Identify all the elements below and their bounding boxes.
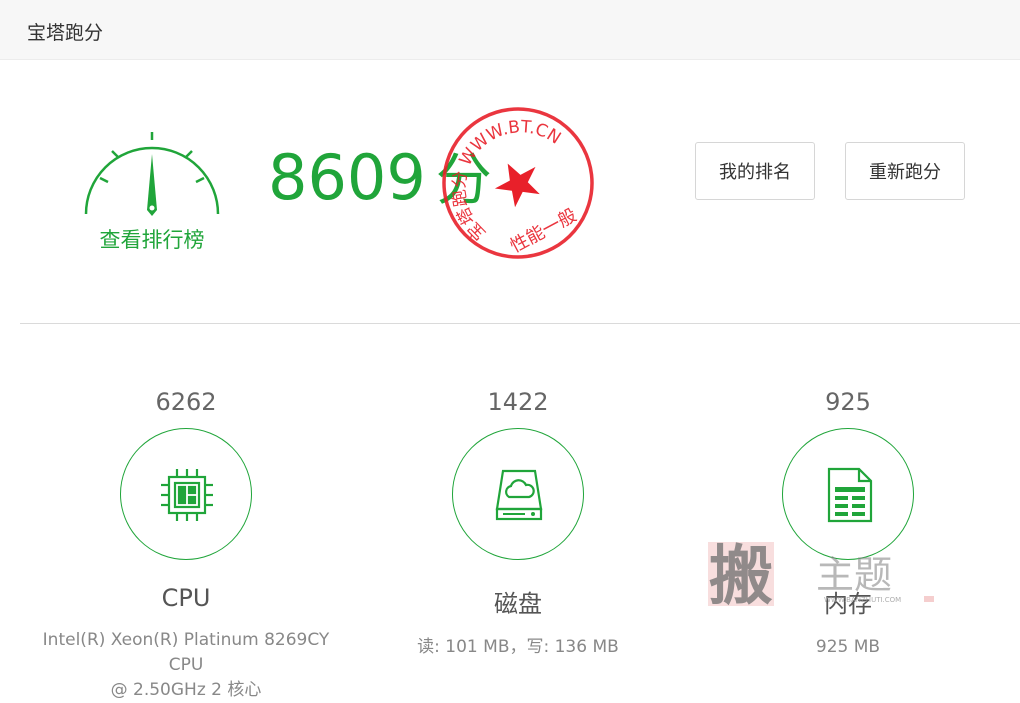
disk-icon-circle [452, 428, 584, 560]
total-score: 8609 分 [268, 135, 492, 216]
cpu-icon-circle [120, 428, 252, 560]
disk-label: 磁盘 [494, 590, 542, 618]
memory-icon-circle [782, 428, 914, 560]
section-divider [20, 323, 1020, 324]
document-icon [827, 467, 873, 523]
total-score-value: 8609 [268, 141, 426, 214]
disk-metric: 1422 磁盘 读: 101 MB，写: 136 MB [368, 380, 668, 660]
svg-text:性能一般: 性能一般 [507, 205, 580, 257]
my-rank-button[interactable]: 我的排名 [695, 142, 815, 200]
rerun-benchmark-button[interactable]: 重新跑分 [845, 142, 965, 200]
memory-label: 内存 [824, 590, 872, 618]
header-bar: 宝塔跑分 [0, 0, 1020, 60]
cpu-model: Intel(R) Xeon(R) Platinum 8269CY CPU [42, 630, 330, 675]
cpu-label: CPU [161, 584, 211, 612]
speedometer-icon[interactable] [80, 124, 224, 224]
cpu-score: 6262 [155, 388, 217, 416]
cpu-description: Intel(R) Xeon(R) Platinum 8269CY CPU @ 2… [36, 628, 336, 703]
cpu-metric: 6262 CPU Intel(R) Xeon(R) Platinum 8269C… [36, 380, 336, 703]
cloud-disk-icon [495, 469, 543, 521]
disk-score: 1422 [487, 388, 549, 416]
page-title: 宝塔跑分 [27, 22, 104, 44]
disk-description: 读: 101 MB，写: 136 MB [417, 637, 619, 657]
memory-score: 925 [825, 388, 871, 416]
memory-metric: 925 内存 925 MB [698, 380, 998, 660]
cpu-chip-icon [161, 469, 213, 521]
memory-description: 925 MB [815, 637, 881, 657]
total-score-unit: 分 [435, 148, 492, 213]
view-leaderboard-link[interactable]: 查看排行榜 [80, 224, 224, 254]
